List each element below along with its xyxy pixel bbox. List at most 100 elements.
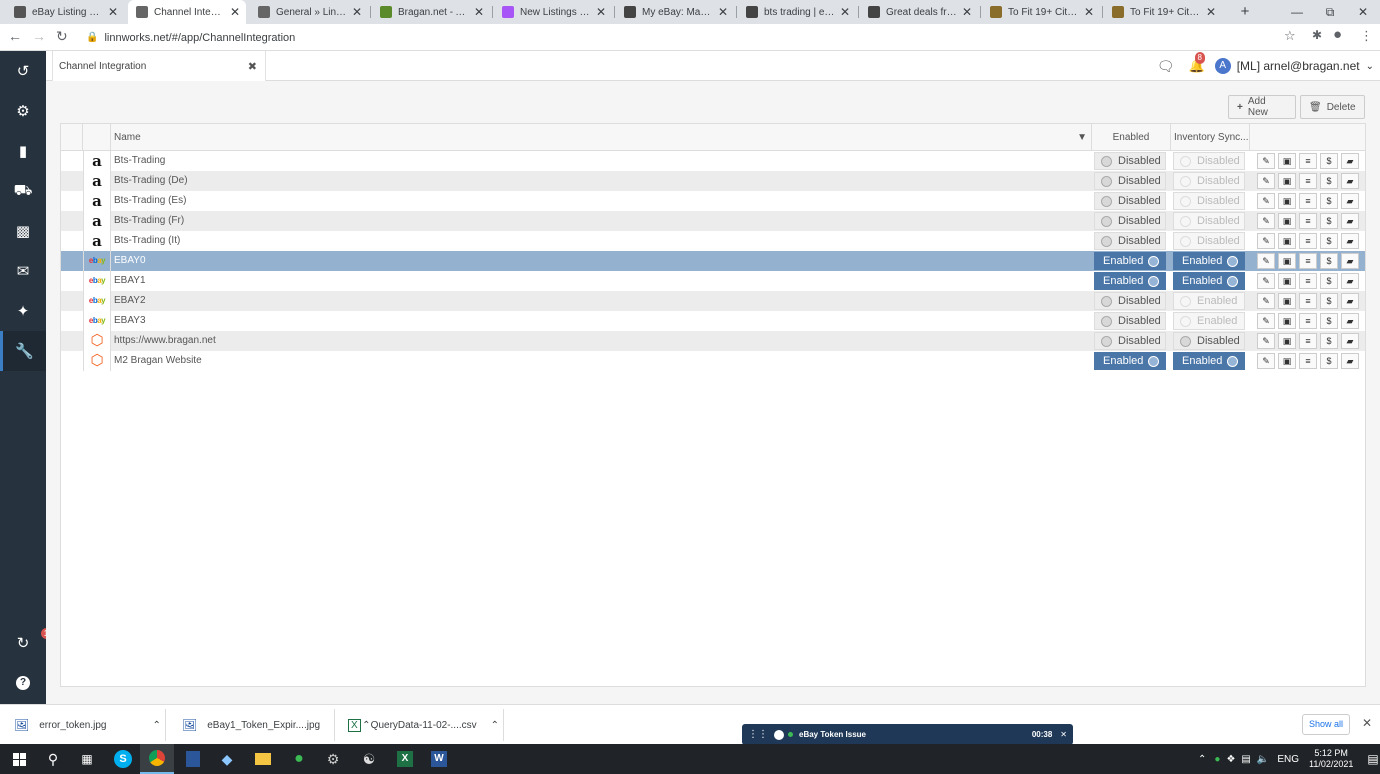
- close-tab-icon[interactable]: ✕: [352, 5, 362, 19]
- shipping-icon[interactable]: ▰: [1341, 333, 1359, 349]
- browser-tab[interactable]: Channel Integration ✕: [128, 0, 246, 24]
- shipping-icon[interactable]: ▰: [1341, 173, 1359, 189]
- language-indicator[interactable]: ENG: [1277, 754, 1299, 765]
- config-icon[interactable]: ▣: [1278, 233, 1296, 249]
- browser-tab[interactable]: General » Linnworks ✕: [250, 0, 368, 24]
- inventory-sync-toggle[interactable]: Enabled: [1173, 272, 1245, 290]
- chevron-up-icon[interactable]: ⌃: [491, 720, 499, 731]
- action-center-icon[interactable]: ▤: [1367, 752, 1378, 766]
- sidebar-item-help[interactable]: ?: [0, 663, 46, 703]
- word-icon[interactable]: W: [422, 744, 456, 774]
- bookmark-star-icon[interactable]: ☆: [1284, 28, 1296, 44]
- inventory-sync-toggle[interactable]: Disabled: [1173, 232, 1245, 250]
- notifications-icon[interactable]: 🔔 8: [1189, 52, 1205, 74]
- sidebar-item-shipping[interactable]: ⛟: [0, 171, 46, 211]
- restore-icon[interactable]: ⧉: [1313, 0, 1347, 24]
- header-name[interactable]: Name ▼: [111, 124, 1092, 151]
- table-row[interactable]: a Bts-Trading (Fr) Disabled Disabled ✎ ▣ ≡ $ ▰: [61, 211, 1365, 231]
- network-icon[interactable]: ▤: [1241, 754, 1250, 765]
- config-icon[interactable]: ▣: [1278, 293, 1296, 309]
- inventory-sync-toggle[interactable]: Enabled: [1173, 292, 1245, 310]
- shipping-icon[interactable]: ▰: [1341, 253, 1359, 269]
- header-inventory-sync[interactable]: Inventory Sync...: [1171, 124, 1250, 151]
- close-tab-icon[interactable]: ✕: [108, 5, 118, 19]
- clock[interactable]: 5:12 PM 11/02/2021: [1309, 748, 1353, 770]
- delete-button[interactable]: 🗑 Delete: [1300, 95, 1365, 119]
- edit-icon[interactable]: ✎: [1257, 293, 1275, 309]
- config-icon[interactable]: ▣: [1278, 173, 1296, 189]
- inventory-sync-toggle[interactable]: Disabled: [1173, 192, 1245, 210]
- close-tab-icon[interactable]: ✕: [840, 5, 850, 19]
- edit-icon[interactable]: ✎: [1257, 353, 1275, 369]
- edit-icon[interactable]: ✎: [1257, 233, 1275, 249]
- browser-tab[interactable]: To Fit 19+ Citroen ✕: [1104, 0, 1222, 24]
- close-tab-icon[interactable]: ✖: [248, 60, 257, 73]
- sidebar-item-apps[interactable]: ✦: [0, 291, 46, 331]
- shipping-icon[interactable]: ▰: [1341, 233, 1359, 249]
- close-tab-icon[interactable]: ✕: [1084, 5, 1094, 19]
- shipping-icon[interactable]: ▰: [1341, 213, 1359, 229]
- url-field[interactable]: 🔒 linnworks.net/#/app/ChannelIntegration: [78, 27, 1308, 48]
- price-icon[interactable]: $: [1320, 333, 1338, 349]
- inventory-sync-toggle[interactable]: Enabled: [1173, 312, 1245, 330]
- enabled-toggle[interactable]: Enabled: [1094, 352, 1166, 370]
- config-icon[interactable]: ▣: [1278, 253, 1296, 269]
- list-icon[interactable]: ≡: [1299, 293, 1317, 309]
- avatar[interactable]: A: [1214, 58, 1231, 74]
- shipping-icon[interactable]: ▰: [1341, 293, 1359, 309]
- dropbox-icon[interactable]: ❖: [1226, 754, 1235, 765]
- edit-icon[interactable]: ✎: [1257, 273, 1275, 289]
- list-icon[interactable]: ≡: [1299, 273, 1317, 289]
- price-icon[interactable]: $: [1320, 253, 1338, 269]
- download-item[interactable]: X QueryData-11-02-....csv ⌃: [348, 705, 499, 745]
- filter-icon[interactable]: ▼: [1077, 124, 1087, 151]
- table-row[interactable]: a Bts-Trading Disabled Disabled ✎ ▣ ≡ $ ▰: [61, 151, 1365, 171]
- excel-icon[interactable]: X: [388, 744, 422, 774]
- table-row[interactable]: ⬡ https://www.bragan.net Disabled Disabled ✎…: [61, 331, 1365, 351]
- reload-icon[interactable]: ↻: [56, 28, 68, 45]
- sidebar-item-messages[interactable]: ✉: [0, 251, 46, 291]
- enabled-toggle[interactable]: Disabled: [1094, 172, 1166, 190]
- calculator-icon[interactable]: [176, 744, 210, 774]
- list-icon[interactable]: ≡: [1299, 213, 1317, 229]
- price-icon[interactable]: $: [1320, 313, 1338, 329]
- chat-icon[interactable]: 🗨: [1157, 58, 1175, 75]
- tab-channel-integration[interactable]: Channel Integration ✖: [52, 51, 266, 81]
- file-explorer-icon[interactable]: [246, 744, 280, 774]
- config-icon[interactable]: ▣: [1278, 213, 1296, 229]
- task-view-icon[interactable]: ▦: [70, 744, 104, 774]
- sidebar-item-orders[interactable]: ▮: [0, 131, 46, 171]
- list-icon[interactable]: ≡: [1299, 193, 1317, 209]
- drag-handle-icon[interactable]: ⋮⋮: [748, 729, 768, 740]
- volume-icon[interactable]: 🔈: [1257, 754, 1269, 765]
- config-icon[interactable]: ▣: [1278, 193, 1296, 209]
- browser-tab[interactable]: bts trading | eBay S ✕: [738, 0, 856, 24]
- edit-icon[interactable]: ✎: [1257, 173, 1275, 189]
- add-new-button[interactable]: + Add New: [1228, 95, 1296, 119]
- list-icon[interactable]: ≡: [1299, 333, 1317, 349]
- table-row[interactable]: ebay EBAY0 Enabled Enabled ✎ ▣ ≡ $ ▰: [61, 251, 1365, 271]
- inventory-sync-toggle[interactable]: Enabled: [1173, 352, 1245, 370]
- list-icon[interactable]: ≡: [1299, 313, 1317, 329]
- app-icon[interactable]: ☯: [352, 744, 386, 774]
- windows-start-icon[interactable]: [2, 744, 36, 774]
- profile-icon[interactable]: ●: [1333, 26, 1342, 43]
- close-tab-icon[interactable]: ✕: [596, 5, 606, 19]
- enabled-toggle[interactable]: Enabled: [1094, 252, 1166, 270]
- price-icon[interactable]: $: [1320, 193, 1338, 209]
- sidebar-item-inventory[interactable]: ⚙: [0, 91, 46, 131]
- table-row[interactable]: ⬡ M2 Bragan Website Enabled Enabled ✎ ▣ ≡ $ ▰: [61, 351, 1365, 371]
- enabled-toggle[interactable]: Disabled: [1094, 152, 1166, 170]
- browser-tab[interactable]: Great deals from bt ✕: [860, 0, 978, 24]
- download-item[interactable]: 🖼 eBay1_Token_Expir....jpg ⌃: [182, 705, 370, 745]
- enabled-toggle[interactable]: Disabled: [1094, 192, 1166, 210]
- wechat-icon[interactable]: ●: [282, 744, 316, 774]
- config-icon[interactable]: ▣: [1278, 153, 1296, 169]
- enabled-toggle[interactable]: Disabled: [1094, 312, 1166, 330]
- close-recording-icon[interactable]: ✕: [1060, 730, 1067, 739]
- back-icon[interactable]: ←: [8, 28, 22, 44]
- close-tab-icon[interactable]: ✕: [962, 5, 972, 19]
- config-icon[interactable]: ▣: [1278, 273, 1296, 289]
- chrome-icon[interactable]: [140, 744, 174, 774]
- shipping-icon[interactable]: ▰: [1341, 273, 1359, 289]
